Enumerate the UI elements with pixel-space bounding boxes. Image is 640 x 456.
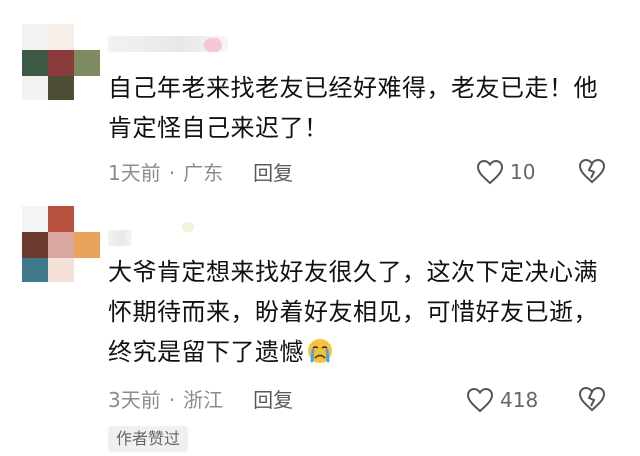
heart-icon [476,159,504,185]
like-count: 418 [500,388,539,412]
dislike-button[interactable] [578,386,606,416]
like-button[interactable]: 418 [466,385,538,415]
broken-heart-icon [578,158,606,184]
location: 浙江 [183,388,224,412]
timestamp: 3天前 [108,388,161,412]
comment-meta: 3天前 · 浙江 回复 [108,385,293,415]
comment-text: 自己年老来找老友已经好难得，老友已走！他肯定怪自己来迟了！ [108,74,598,142]
dislike-button[interactable] [578,158,606,188]
user-badge-icon [182,222,194,232]
heart-icon [466,387,494,413]
crying-face-icon [306,337,334,365]
comment-meta: 1天前 · 广东 回复 [108,158,293,188]
avatar[interactable] [22,206,102,282]
like-button[interactable]: 10 [476,157,535,187]
comment-1: 自己年老来找老友已经好难得，老友已走！他肯定怪自己来迟了！ 1天前 · 广东 回… [0,0,640,200]
reply-button[interactable]: 回复 [253,158,293,188]
user-badge-icon [204,38,222,52]
comment-text: 大爷肯定想来找好友很久了，这次下定决心满怀期待而来，盼着好友相见，可惜好友已逝，… [108,252,618,372]
username[interactable] [108,230,132,246]
comment-text-body: 大爷肯定想来找好友很久了，这次下定决心满怀期待而来，盼着好友相见，可惜好友已逝，… [108,258,598,366]
comment-2: 大爷肯定想来找好友很久了，这次下定决心满怀期待而来，盼着好友相见，可惜好友已逝，… [0,200,640,456]
avatar[interactable] [22,24,102,100]
location: 广东 [183,161,224,185]
like-count: 10 [510,160,536,184]
broken-heart-icon [578,386,606,412]
timestamp: 1天前 [108,161,161,185]
meta-separator: · [168,161,176,185]
reply-button[interactable]: 回复 [253,385,293,415]
meta-separator: · [168,388,176,412]
author-liked-badge: 作者赞过 [108,426,189,452]
